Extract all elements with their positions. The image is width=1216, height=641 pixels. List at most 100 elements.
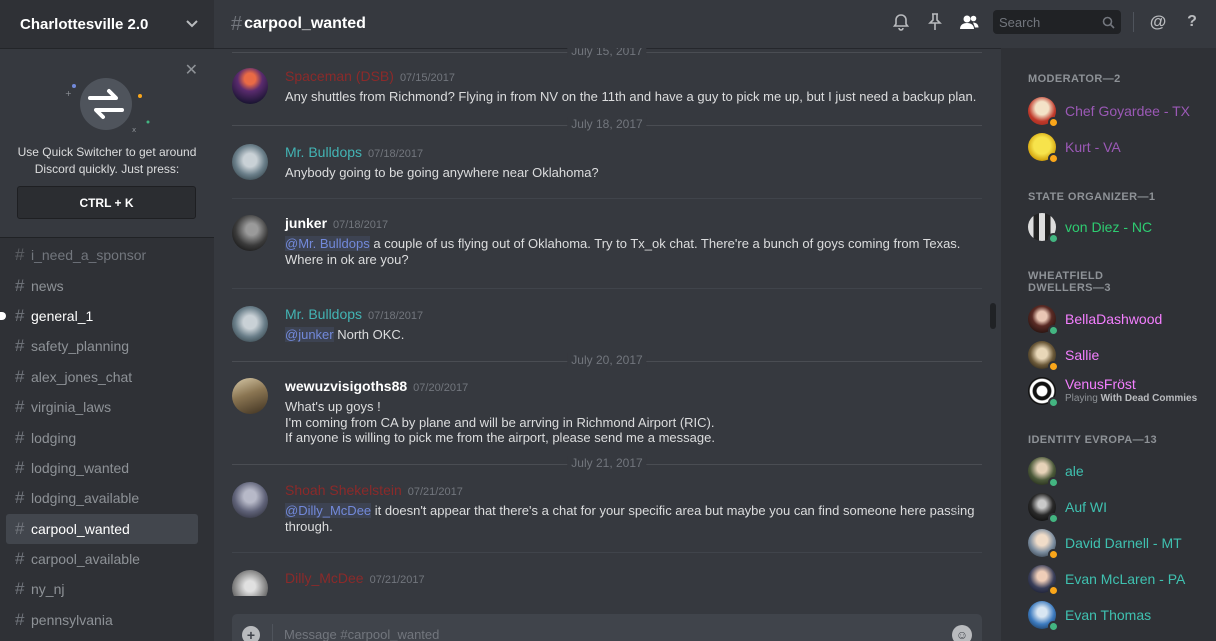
member-list: MODERATOR—2 Chef Goyardee - TX Kurt - VA… <box>1001 48 1216 641</box>
member-item[interactable]: Evan McLaren - PA <box>1028 565 1208 597</box>
channel-item[interactable]: # ny_nj <box>6 574 198 604</box>
message-input[interactable]: Message #carpool_wanted <box>284 627 439 641</box>
member-item[interactable]: von Diez - NC <box>1028 213 1208 245</box>
status-indicator <box>1048 585 1059 596</box>
channel-item[interactable]: # lodging_wanted <box>6 453 198 483</box>
channel-item[interactable]: # i_need_a_sponsor <box>6 240 198 270</box>
message-author[interactable]: junker <box>285 215 327 231</box>
member-name: Kurt - VA <box>1065 139 1121 155</box>
hash-icon: # <box>15 275 25 295</box>
message-author[interactable]: Shoah Shekelstein <box>285 482 402 498</box>
channel-name: pennsylvania <box>31 611 113 628</box>
member-item[interactable]: Kurt - VA <box>1028 133 1208 165</box>
chevron-down-icon[interactable] <box>186 15 198 33</box>
message-composer: + Message #carpool_wanted ☺ <box>232 614 982 641</box>
message-author[interactable]: Spaceman (DSB) <box>285 68 394 84</box>
avatar <box>1028 529 1059 560</box>
member-item[interactable]: BellaDashwood <box>1028 305 1208 337</box>
message-text: Anybody going to be going anywhere near … <box>285 165 599 180</box>
channel-item[interactable]: # carpool_wanted <box>6 513 198 544</box>
status-indicator <box>1048 233 1059 244</box>
message-timestamp: 07/21/2017 <box>369 574 425 586</box>
add-reaction-icon[interactable]: ☺ <box>950 502 964 518</box>
hash-icon: # <box>15 427 25 447</box>
message-text: @Mr. Bulldops a couple of us flying out … <box>285 236 982 267</box>
user-mention[interactable]: @Dilly_McDee <box>285 503 372 518</box>
member-item[interactable]: VenusFröst Playing With Dead Commies <box>1028 376 1208 409</box>
scrollbar[interactable] <box>988 48 998 596</box>
message-author[interactable]: Mr. Bulldops <box>285 306 362 322</box>
scroll-thumb[interactable] <box>990 303 996 329</box>
status-indicator <box>1048 621 1059 632</box>
user-mention[interactable]: @Mr. Bulldops <box>285 236 370 251</box>
help-icon[interactable]: ? <box>1182 12 1202 32</box>
avatar[interactable] <box>232 570 268 596</box>
message-text: Any shuttles from Richmond? Flying in fr… <box>285 89 977 104</box>
member-item[interactable]: Chef Goyardee - TX <box>1028 97 1208 129</box>
date-label: July 21, 2017 <box>567 456 647 470</box>
role-header: WHEATFIELD DWELLERS—3 <box>1028 270 1111 294</box>
channel-name: i_need_a_sponsor <box>31 247 147 264</box>
member-item[interactable]: David Darnell - MT <box>1028 529 1208 561</box>
member-item[interactable]: Evan Thomas <box>1028 601 1208 633</box>
avatar <box>1028 565 1059 596</box>
channel-item[interactable]: # alex_jones_chat <box>6 362 198 392</box>
status-indicator <box>1048 397 1059 408</box>
at-icon[interactable]: @ <box>1148 12 1168 32</box>
hash-icon: # <box>15 305 25 325</box>
avatar[interactable] <box>232 378 268 414</box>
channel-name: carpool_wanted <box>31 520 130 537</box>
channel-sidebar: Charlottesville 2.0 ✕ + x Use Quick Swit… <box>0 0 214 641</box>
date-label: July 20, 2017 <box>567 353 647 367</box>
avatar[interactable] <box>232 306 268 342</box>
chat-header: # carpool_wanted Search @ ? <box>214 0 1216 48</box>
channel-item[interactable]: # news <box>6 270 198 300</box>
channel-item[interactable]: # lodging_available <box>6 483 198 513</box>
message-timestamp: 07/15/2017 <box>399 72 455 84</box>
member-name: David Darnell - MT <box>1065 535 1182 551</box>
pin-icon[interactable] <box>925 12 945 32</box>
member-item[interactable]: Sallie <box>1028 341 1208 373</box>
member-item[interactable]: ale <box>1028 457 1208 489</box>
close-icon[interactable]: ✕ <box>185 60 198 80</box>
channel-name: safety_planning <box>31 338 130 355</box>
quick-switcher-text: Use Quick Switcher to get around Discord… <box>17 145 197 176</box>
hash-icon: # <box>15 579 25 599</box>
hash-icon: # <box>15 549 25 569</box>
channel-item[interactable]: # safety_planning <box>6 331 198 361</box>
channel-item[interactable]: # virginia_laws <box>6 392 198 422</box>
search-icon <box>1102 16 1115 29</box>
members-icon[interactable] <box>959 12 979 32</box>
avatar[interactable] <box>232 144 268 180</box>
avatar[interactable] <box>232 215 268 251</box>
message-author[interactable]: wewuzvisigoths88 <box>285 378 407 394</box>
avatar <box>1028 341 1059 372</box>
composer-divider <box>272 624 273 641</box>
message-timestamp: 07/18/2017 <box>368 148 424 160</box>
user-mention[interactable]: @junker <box>285 327 334 342</box>
channel-item[interactable]: # lodging <box>6 422 198 452</box>
guild-header[interactable]: Charlottesville 2.0 <box>0 0 214 48</box>
avatar[interactable] <box>232 482 268 518</box>
message-text: What's up goys ! I'm coming from CA by p… <box>285 399 715 445</box>
plus-icon[interactable]: + <box>242 626 260 641</box>
message-author[interactable]: Dilly_McDee <box>285 570 364 586</box>
avatar <box>1028 601 1059 632</box>
member-item[interactable]: Auf WI <box>1028 493 1208 525</box>
channel-item[interactable]: # carpool_available <box>6 544 198 574</box>
unread-indicator <box>0 311 6 320</box>
search-placeholder: Search <box>999 14 1041 30</box>
message-timestamp: 07/18/2017 <box>333 219 389 231</box>
avatar[interactable] <box>232 68 268 104</box>
message-author[interactable]: Mr. Bulldops <box>285 144 362 160</box>
bell-icon[interactable] <box>891 12 911 32</box>
hash-icon: # <box>231 12 243 35</box>
search-input[interactable]: Search <box>993 10 1121 34</box>
channel-item[interactable]: # pennsylvania <box>6 605 198 635</box>
avatar <box>1028 213 1059 244</box>
hash-icon: # <box>15 397 25 417</box>
emoji-icon[interactable]: ☺ <box>952 625 972 641</box>
message-body: North OKC. <box>333 327 405 342</box>
svg-text:x: x <box>132 126 136 134</box>
channel-item[interactable]: # general_1 <box>0 301 198 331</box>
